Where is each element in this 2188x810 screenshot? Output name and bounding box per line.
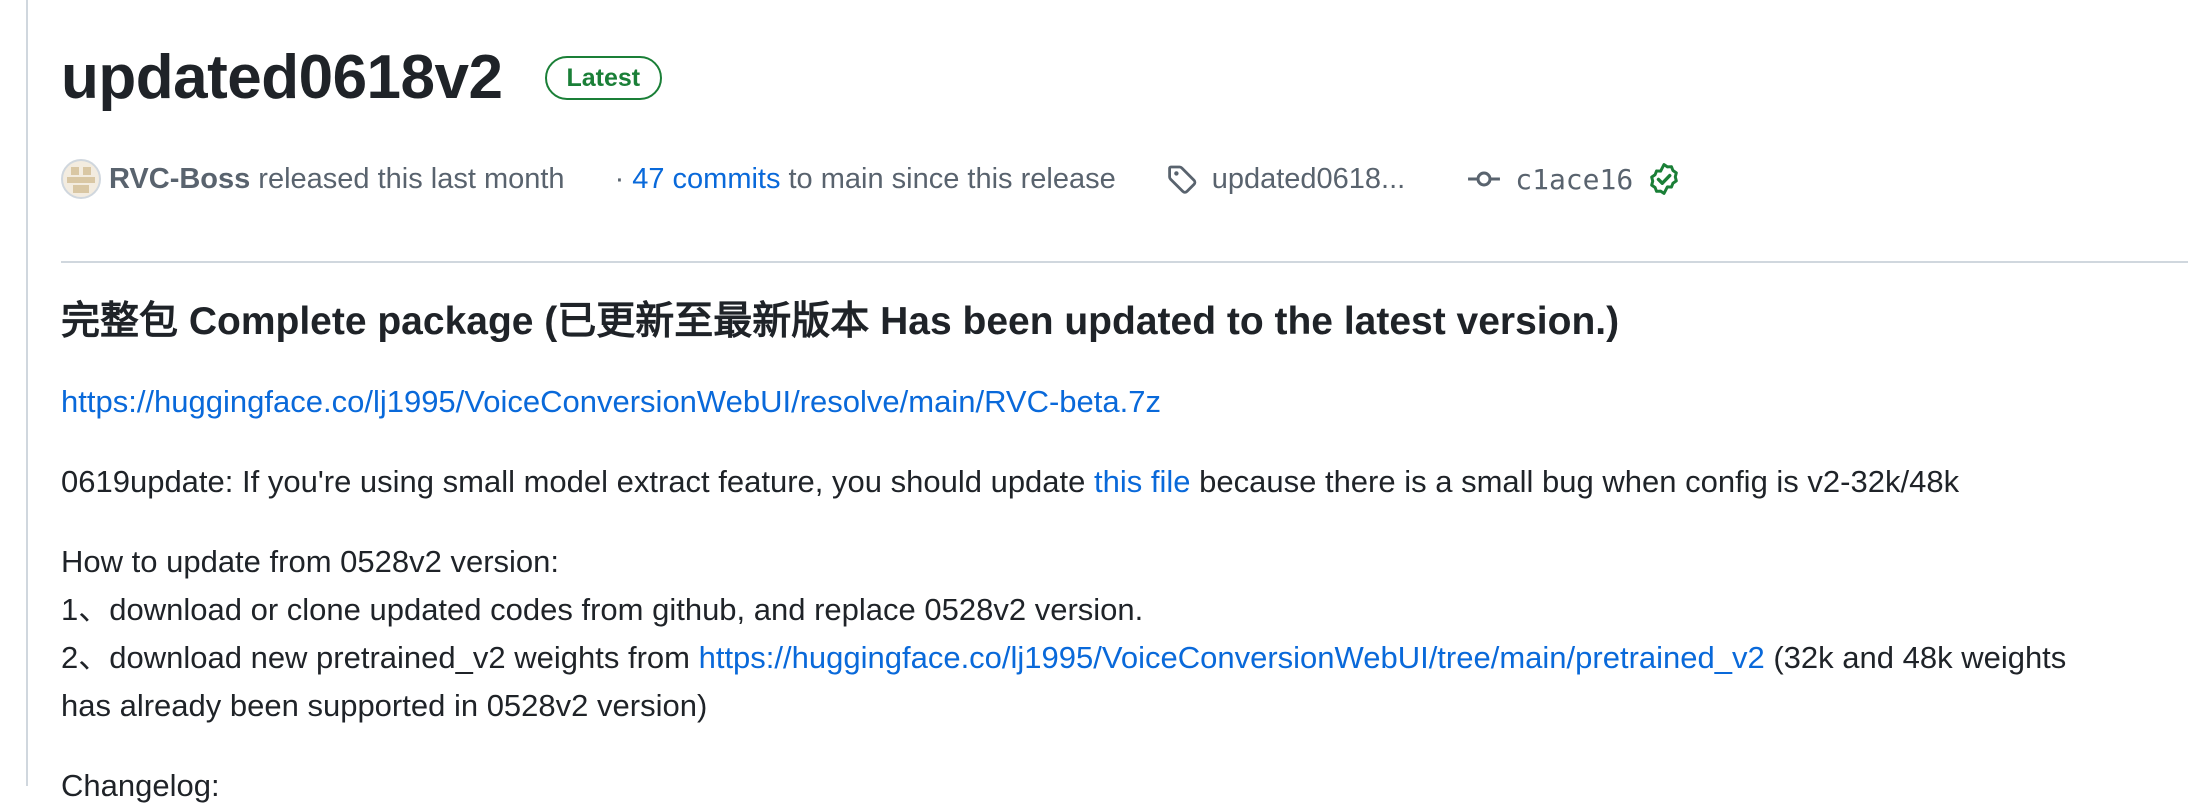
this-file-link[interactable]: this file	[1094, 464, 1190, 499]
meta-separator: ·	[614, 162, 625, 195]
step-2-prefix: 2、download new pretrained_v2 weights fro…	[61, 640, 690, 675]
verified-check-icon[interactable]	[1647, 162, 1681, 196]
commits-suffix: to main since this release	[788, 162, 1116, 195]
step-2: 2、download new pretrained_v2 weights fro…	[61, 634, 2066, 682]
step-1: 1、download or clone updated codes from g…	[61, 592, 1144, 627]
tag-icon	[1167, 165, 1197, 194]
package-download-link[interactable]: https://huggingface.co/lj1995/VoiceConve…	[61, 384, 1161, 419]
release-title[interactable]: updated0618v2	[61, 40, 503, 116]
how-to-title: How to update from 0528v2 version:	[61, 544, 559, 579]
step-2-suffix: (32k and 48k weights	[1773, 640, 2067, 675]
latest-badge: Latest	[544, 56, 663, 100]
released-text: released this last month	[258, 162, 565, 195]
commit-sha-link[interactable]: c1ace16	[1515, 163, 1633, 196]
step-2-continued: has already been supported in 0528v2 ver…	[61, 688, 708, 723]
release-card: updated0618v2 Latest RVC-Boss released t…	[61, 0, 2188, 803]
package-heading: 完整包 Complete package (已更新至最新版本 Has been …	[61, 300, 1620, 343]
release-meta: RVC-Boss released this last month · 47 c…	[61, 152, 1681, 206]
release-header: updated0618v2 Latest	[61, 40, 663, 116]
git-commit-icon	[1468, 171, 1501, 187]
update-text-prefix: 0619update: If you're using small model …	[61, 464, 1086, 499]
update-paragraph: 0619update: If you're using small model …	[61, 458, 1959, 506]
release-notes: 完整包 Complete package (已更新至最新版本 Has been …	[61, 290, 2188, 803]
author-link[interactable]: RVC-Boss	[109, 163, 250, 196]
update-text-suffix: because there is a small bug when config…	[1199, 464, 1960, 499]
avatar[interactable]	[61, 159, 101, 199]
package-paragraph: https://huggingface.co/lj1995/VoiceConve…	[61, 378, 1161, 426]
timeline-rail	[26, 0, 28, 786]
tag-link[interactable]: updated0618...	[1212, 163, 1406, 196]
section-divider	[61, 261, 2188, 263]
commits-link[interactable]: 47 commits	[632, 163, 780, 196]
how-to-update-paragraph: How to update from 0528v2 version: 1、dow…	[61, 538, 2066, 810]
pretrained-v2-link[interactable]: https://huggingface.co/lj1995/VoiceConve…	[699, 640, 1765, 675]
changelog-heading: Changelog:	[61, 768, 220, 803]
